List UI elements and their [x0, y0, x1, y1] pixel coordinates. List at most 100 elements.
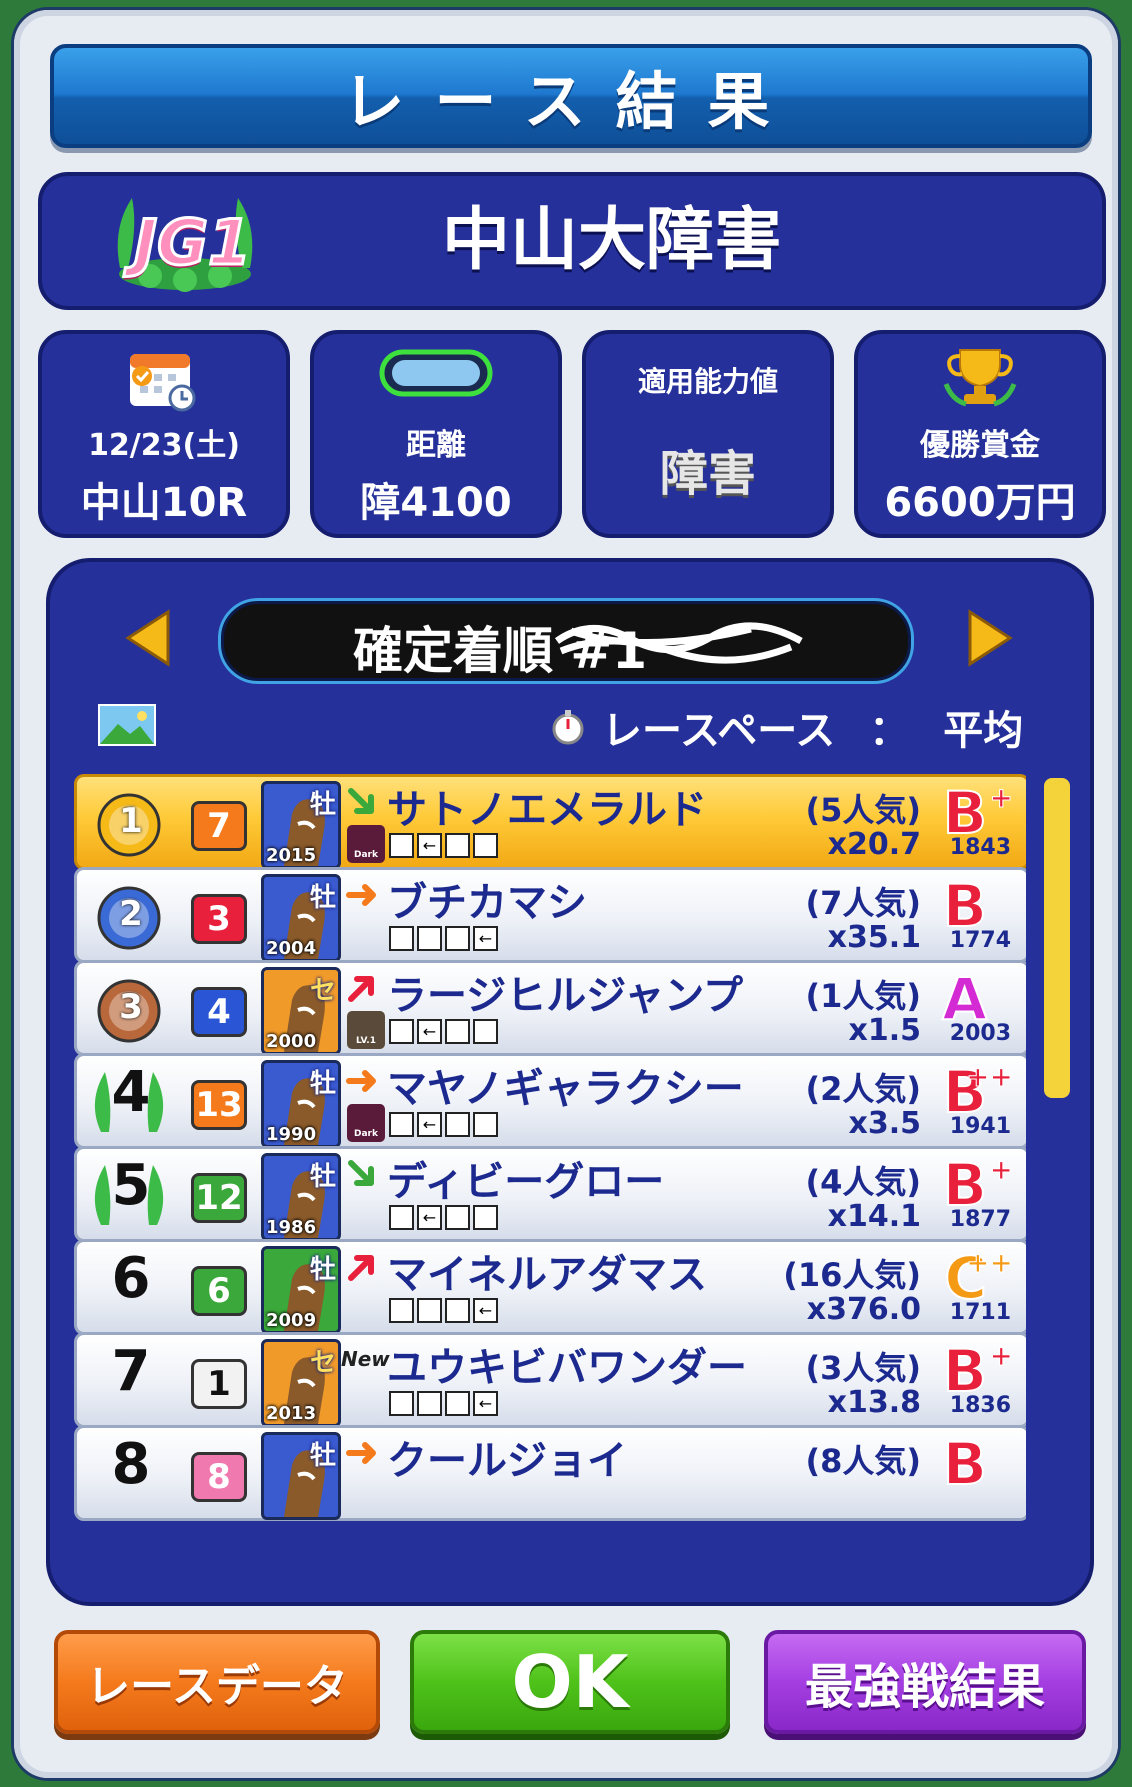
finish-rank: 5	[111, 1153, 151, 1218]
horse-name: クールジョイ	[387, 1438, 627, 1484]
result-row[interactable]: 3 4 セ 2000 ラージヒルジャンプ LV.1 ← (1人気) x1.5 A 2003	[74, 960, 1026, 1056]
info-row: 12/23(土) 中山10R 距離 障4100 適用能力値 障害 優勝賞金 66…	[38, 330, 1106, 538]
finish-rank: 6	[111, 1246, 151, 1311]
position-box	[417, 1391, 442, 1416]
image-icon[interactable]	[98, 704, 156, 746]
odds: x14.1	[827, 1199, 921, 1234]
distance-label: 距離	[406, 428, 466, 463]
running-position: ←	[389, 1298, 498, 1323]
running-position: ←	[389, 1019, 498, 1044]
new-tag: New	[341, 1347, 390, 1371]
horse-rating: 2003	[949, 1021, 1011, 1046]
horse-rating: 1711	[949, 1300, 1011, 1325]
odds: x20.7	[827, 827, 921, 862]
calendar-icon	[130, 354, 196, 412]
grade-label: JG1	[132, 205, 252, 281]
horse-portrait[interactable]: 牡 2004	[261, 874, 341, 962]
race-data-button[interactable]: レースデータ	[54, 1630, 380, 1734]
horse-sex: 牡	[309, 1441, 336, 1471]
title-bar: レース結果	[50, 44, 1092, 148]
position-marker: ←	[473, 1391, 498, 1416]
horse-sex: セ	[309, 976, 336, 1006]
distance-card: 距離 障4100	[310, 330, 562, 538]
horse-portrait[interactable]: 牡	[261, 1432, 341, 1520]
prize-card: 優勝賞金 6600万円	[854, 330, 1106, 538]
horse-name: ラージヒルジャンプ	[387, 973, 743, 1019]
position-box	[389, 1391, 414, 1416]
trend-flat-icon	[346, 1070, 376, 1092]
position-marker: ←	[473, 1298, 498, 1323]
position-box	[445, 1205, 470, 1230]
track-icon	[379, 349, 493, 397]
horse-name: ブチカマシ	[387, 880, 587, 926]
position-marker: ←	[417, 1019, 442, 1044]
position-box	[445, 1019, 470, 1044]
position-box	[445, 1112, 470, 1137]
grade-badge: JG1	[110, 188, 260, 292]
finish-order-header: 確定着順 #1	[218, 598, 914, 684]
horse-year: 2015	[266, 845, 317, 866]
horse-portrait[interactable]: セ 2000	[261, 967, 341, 1055]
running-position: ←	[389, 926, 498, 951]
gate-number: 7	[191, 801, 247, 851]
result-list[interactable]: 1 7 牡 2015 サトノエメラルド Dark ← (5人気) x20.7 B +1843 2 3 牡 2…	[74, 774, 1026, 1584]
result-row[interactable]: 6 6 牡 2009 マイネルアダマス ← (16人気) x376.0 C ++ 1711	[74, 1239, 1026, 1335]
result-row[interactable]: 4 13 牡 1990 マヤノギャラクシー Dark ← (2人気) x3.5 B ++ 1941	[74, 1053, 1026, 1149]
odds: x1.5	[848, 1013, 922, 1048]
race-header: JG1 中山大障害	[38, 172, 1106, 310]
finish-rank: 1	[119, 801, 143, 841]
horse-name: マヤノギャラクシー	[387, 1066, 744, 1112]
horse-portrait[interactable]: 牡 2015	[261, 781, 341, 869]
horse-name: ディビーグロー	[387, 1159, 665, 1205]
popularity: (1人気)	[805, 977, 921, 1015]
trend-flat-icon	[346, 884, 376, 906]
horse-portrait[interactable]: 牡 1986	[261, 1153, 341, 1241]
horse-sex: 牡	[309, 1162, 336, 1192]
trend-up-icon	[348, 976, 374, 1002]
position-box	[445, 926, 470, 951]
grade-plus: +	[989, 1153, 1013, 1187]
result-row[interactable]: 8 8 牡 クールジョイ (8人気) B	[74, 1425, 1026, 1521]
gate-number: 4	[191, 987, 247, 1037]
result-row[interactable]: 5 12 牡 1986 ディビーグロー ← (4人気) x14.1 B +1877	[74, 1146, 1026, 1242]
results-panel: 確定着順 #1 レースペース ： 平均 1 7 牡 2015 サトノエメラルド Dark ←…	[46, 558, 1094, 1606]
running-position: ←	[389, 833, 498, 858]
odds: x35.1	[827, 920, 921, 955]
horse-grade: B	[942, 1429, 988, 1499]
horse-portrait[interactable]: 牡 1990	[261, 1060, 341, 1148]
horse-year: 1990	[266, 1124, 317, 1145]
race-pace: レースペース ： 平均	[550, 702, 1023, 754]
horse-sex: セ	[309, 1348, 336, 1378]
next-arrow-icon[interactable]	[966, 608, 1016, 668]
horse-year: 2009	[266, 1310, 317, 1331]
position-box	[389, 1298, 414, 1323]
popularity: (7人気)	[805, 884, 921, 922]
result-row[interactable]: 1 7 牡 2015 サトノエメラルド Dark ← (5人気) x20.7 B +1843	[74, 774, 1026, 870]
odds: x13.8	[827, 1385, 921, 1420]
position-box	[417, 1298, 442, 1323]
position-marker: ←	[417, 1205, 442, 1230]
race-name: 中山大障害	[442, 201, 783, 280]
result-row[interactable]: 7 1 セ 2013 New ユウキビバワンダー ← (3人気) x13.8 B +1836	[74, 1332, 1026, 1428]
gate-number: 1	[191, 1359, 247, 1409]
horse-rating: 1941	[949, 1114, 1011, 1139]
horse-portrait[interactable]: セ 2013	[261, 1339, 341, 1427]
position-box	[473, 1205, 498, 1230]
skill-badge: Dark	[347, 1104, 385, 1142]
popularity: (5人気)	[805, 791, 921, 829]
gate-number: 12	[191, 1173, 247, 1223]
position-box	[445, 1391, 470, 1416]
prize-value: 6600万円	[884, 480, 1076, 526]
scrollbar-thumb[interactable]	[1044, 778, 1070, 1098]
position-box	[473, 833, 498, 858]
stopwatch-icon	[552, 710, 584, 745]
running-position: ←	[389, 1112, 498, 1137]
ok-button[interactable]: OK	[410, 1630, 730, 1734]
ability-label: 適用能力値	[637, 365, 778, 398]
prev-arrow-icon[interactable]	[122, 608, 172, 668]
finish-rank: 8	[111, 1432, 151, 1497]
position-marker: ←	[417, 833, 442, 858]
strongest-results-button[interactable]: 最強戦結果	[764, 1630, 1086, 1734]
result-row[interactable]: 2 3 牡 2004 ブチカマシ ← (7人気) x35.1 B 1774	[74, 867, 1026, 963]
horse-portrait[interactable]: 牡 2009	[261, 1246, 341, 1334]
